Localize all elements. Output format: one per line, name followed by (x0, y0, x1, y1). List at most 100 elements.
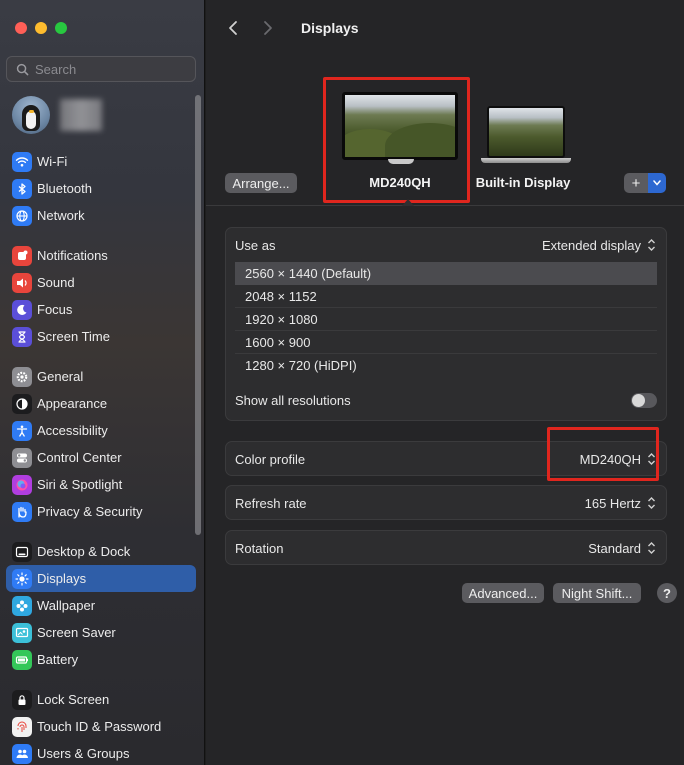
sidebar-item-battery[interactable]: Battery (6, 646, 196, 673)
sidebar-item-desktop-dock[interactable]: Desktop & Dock (6, 538, 196, 565)
moon-icon (12, 299, 32, 320)
laptop-wallpaper (487, 106, 565, 158)
highlight-color-profile (547, 427, 659, 481)
siri-icon (12, 474, 32, 495)
sidebar-nav: Wi-Fi Bluetooth Network Notifications Sound F… (6, 148, 196, 765)
updown-chevron-icon (646, 540, 657, 556)
sidebar-item-label: Sound (37, 275, 75, 290)
sidebar-item-bluetooth[interactable]: Bluetooth (6, 175, 196, 202)
builtin-display[interactable] (481, 106, 571, 166)
minimize-window-button[interactable] (35, 22, 47, 34)
search-input[interactable] (35, 61, 185, 77)
refresh-rate-label: Refresh rate (235, 495, 307, 511)
sidebar: Wi-Fi Bluetooth Network Notifications Sound F… (0, 0, 205, 765)
sidebar-item-notifications[interactable]: Notifications (6, 242, 196, 269)
window-controls (15, 22, 67, 34)
sidebar-item-network[interactable]: Network (6, 202, 196, 229)
display-arrangement: Arrange... MD240QH Built-in Display + (206, 56, 684, 206)
fingerprint-icon (12, 716, 32, 737)
advanced-button[interactable]: Advanced... (462, 583, 544, 603)
sidebar-item-label: Screen Saver (37, 625, 116, 640)
sidebar-item-wi-fi[interactable]: Wi-Fi (6, 148, 196, 175)
use-as-select[interactable]: Extended display (542, 237, 657, 253)
sidebar-item-appearance[interactable]: Appearance (6, 390, 196, 417)
hand-icon (12, 501, 32, 522)
zoom-window-button[interactable] (55, 22, 67, 34)
speaker-icon (12, 272, 32, 293)
search-field[interactable] (6, 56, 196, 82)
arrange-button[interactable]: Arrange... (225, 173, 297, 193)
rotation-row: Rotation Standard (226, 531, 666, 565)
sidebar-item-label: Privacy & Security (37, 504, 143, 519)
appearance-icon (12, 393, 32, 414)
refresh-rate-row: Refresh rate 165 Hertz (226, 486, 666, 520)
sidebar-item-screen-time[interactable]: Screen Time (6, 323, 196, 350)
show-all-label: Show all resolutions (235, 392, 351, 408)
users-icon (12, 743, 32, 764)
bluetooth-icon (12, 178, 32, 199)
lock-icon (12, 689, 32, 710)
sidebar-item-label: Wi-Fi (37, 154, 68, 169)
add-display-menu-button[interactable] (648, 173, 666, 193)
sidebar-item-label: Accessibility (37, 423, 108, 438)
wifi-icon (12, 151, 32, 172)
sidebar-item-label: Displays (37, 571, 87, 586)
sidebar-item-label: Bluetooth (37, 181, 92, 196)
sidebar-item-label: Siri & Spotlight (37, 477, 123, 492)
resolution-option[interactable]: 1280 × 720 (HiDPI) (235, 354, 657, 377)
back-button[interactable] (218, 13, 248, 43)
sidebar-item-lock-screen[interactable]: Lock Screen (6, 686, 196, 713)
account-name-redacted (60, 99, 102, 131)
sidebar-item-label: Lock Screen (37, 692, 110, 707)
sidebar-item-privacy-security[interactable]: Privacy & Security (6, 498, 196, 525)
sidebar-item-sound[interactable]: Sound (6, 269, 196, 296)
selection-pointer (402, 199, 414, 206)
apple-account[interactable] (12, 96, 102, 134)
laptop-base (481, 158, 571, 163)
highlight-primary-display (323, 77, 470, 203)
rotation-select[interactable]: Standard (588, 540, 657, 556)
refresh-rate-select[interactable]: 165 Hertz (585, 495, 657, 511)
main-content: Displays Arrange... MD240QH Built-in Dis… (206, 0, 684, 765)
resolution-option[interactable]: 2560 × 1440 (Default) (235, 262, 657, 285)
sidebar-item-touch-id-password[interactable]: Touch ID & Password (6, 713, 196, 740)
sidebar-scrollbar[interactable] (195, 95, 201, 535)
avatar (12, 96, 50, 134)
sidebar-item-label: Users & Groups (37, 746, 130, 761)
sidebar-item-accessibility[interactable]: Accessibility (6, 417, 196, 444)
flower-icon (12, 595, 32, 616)
sidebar-item-siri-spotlight[interactable]: Siri & Spotlight (6, 471, 196, 498)
sidebar-item-label: Desktop & Dock (37, 544, 131, 559)
resolution-option[interactable]: 1600 × 900 (235, 331, 657, 354)
use-as-row: Use as Extended display (226, 228, 666, 262)
forward-button[interactable] (253, 13, 283, 43)
sidebar-item-focus[interactable]: Focus (6, 296, 196, 323)
show-all-toggle[interactable] (631, 392, 657, 408)
help-button[interactable]: ? (657, 583, 677, 603)
sidebar-item-users-groups[interactable]: Users & Groups (6, 740, 196, 765)
sidebar-item-control-center[interactable]: Control Center (6, 444, 196, 471)
sidebar-item-label: Touch ID & Password (37, 719, 162, 734)
rotation-panel: Rotation Standard (225, 530, 667, 565)
close-window-button[interactable] (15, 22, 27, 34)
sidebar-item-screen-saver[interactable]: Screen Saver (6, 619, 196, 646)
night-shift-button[interactable]: Night Shift... (553, 583, 641, 603)
switches-icon (12, 447, 32, 468)
sidebar-item-label: Battery (37, 652, 79, 667)
sidebar-item-wallpaper[interactable]: Wallpaper (6, 592, 196, 619)
resolution-option[interactable]: 1920 × 1080 (235, 308, 657, 331)
sidebar-item-label: Wallpaper (37, 598, 96, 613)
chevron-right-icon (264, 21, 272, 35)
refresh-rate-panel: Refresh rate 165 Hertz (225, 485, 667, 520)
hourglass-icon (12, 326, 32, 347)
secondary-display-name[interactable]: Built-in Display (468, 175, 578, 190)
dock-icon (12, 541, 32, 562)
sidebar-item-label: Network (37, 208, 85, 223)
sidebar-item-displays[interactable]: Displays (6, 565, 196, 592)
gear-icon (12, 366, 32, 387)
add-display-button[interactable]: + (624, 173, 648, 193)
sidebar-item-general[interactable]: General (6, 363, 196, 390)
resolution-option[interactable]: 2048 × 1152 (235, 285, 657, 308)
